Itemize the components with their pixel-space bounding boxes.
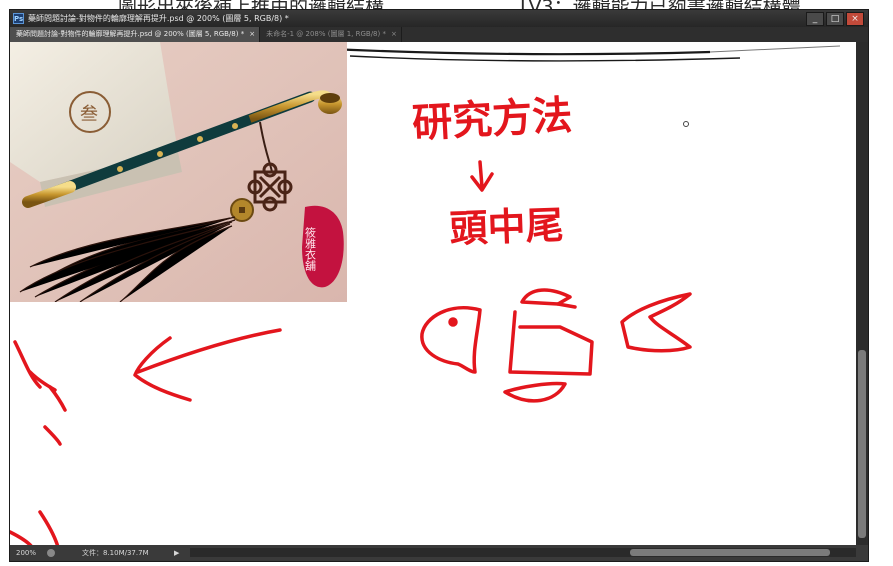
sketch-text-head-mid-tail: 頭中尾 <box>449 203 564 251</box>
tab-close-icon[interactable]: × <box>249 30 255 38</box>
tab-close-icon[interactable]: × <box>391 30 397 38</box>
maximize-button[interactable]: □ <box>826 12 844 26</box>
window-title: 藥師問題討論-對物件的輪廓理解再提升.psd @ 200% (圖層 5, RGB… <box>28 14 289 23</box>
tab-document-active[interactable]: 藥師問題討論-對物件的輪廓理解再提升.psd @ 200% (圖層 5, RGB… <box>10 27 261 42</box>
fish-body-sketch <box>508 310 594 376</box>
fish-head-sketch <box>420 306 482 374</box>
photoshop-app-icon: Ps <box>13 13 24 24</box>
document-tab-bar: 藥師問題討論-對物件的輪廓理解再提升.psd @ 200% (圖層 5, RGB… <box>10 27 868 42</box>
vertical-scrollbar[interactable] <box>856 42 868 545</box>
horizontal-scrollbar[interactable] <box>190 548 856 557</box>
tab-document-untitled[interactable]: 未命名-1 @ 208% (圖層 1, RGB/8) * × <box>260 27 402 42</box>
cursor-marker <box>683 121 689 127</box>
document-canvas[interactable]: 叁 筱雅衣舖 研究方法 頭中尾 <box>10 42 856 545</box>
tab-label: 藥師問題討論-對物件的輪廓理解再提升.psd @ 200% (圖層 5, RGB… <box>16 30 245 38</box>
tab-label: 未命名-1 @ 208% (圖層 1, RGB/8) * <box>266 30 386 38</box>
sketch-text-research-method: 研究方法 <box>411 93 573 147</box>
arrow-stroke <box>136 328 282 374</box>
document-size: 文件：8.10M/37.7M <box>82 549 149 557</box>
status-info-icon[interactable] <box>47 549 55 557</box>
photoshop-window: Ps 藥師問題討論-對物件的輪廓理解再提升.psd @ 200% (圖層 5, … <box>9 9 869 562</box>
title-bar: Ps 藥師問題討論-對物件的輪廓理解再提升.psd @ 200% (圖層 5, … <box>10 10 868 27</box>
minimize-button[interactable]: _ <box>806 12 824 26</box>
status-menu-arrow-icon[interactable]: ▶ <box>174 545 179 561</box>
close-button[interactable]: × <box>846 12 864 26</box>
fish-tail-sketch <box>620 292 692 353</box>
zoom-level[interactable]: 200% <box>16 545 36 561</box>
horizontal-scroll-thumb[interactable] <box>630 549 830 556</box>
red-sketch-layer: 研究方法 頭中尾 <box>10 93 692 545</box>
vertical-scroll-thumb[interactable] <box>858 350 866 538</box>
status-bar: 200% 文件：8.10M/37.7M ▶ <box>10 545 868 561</box>
